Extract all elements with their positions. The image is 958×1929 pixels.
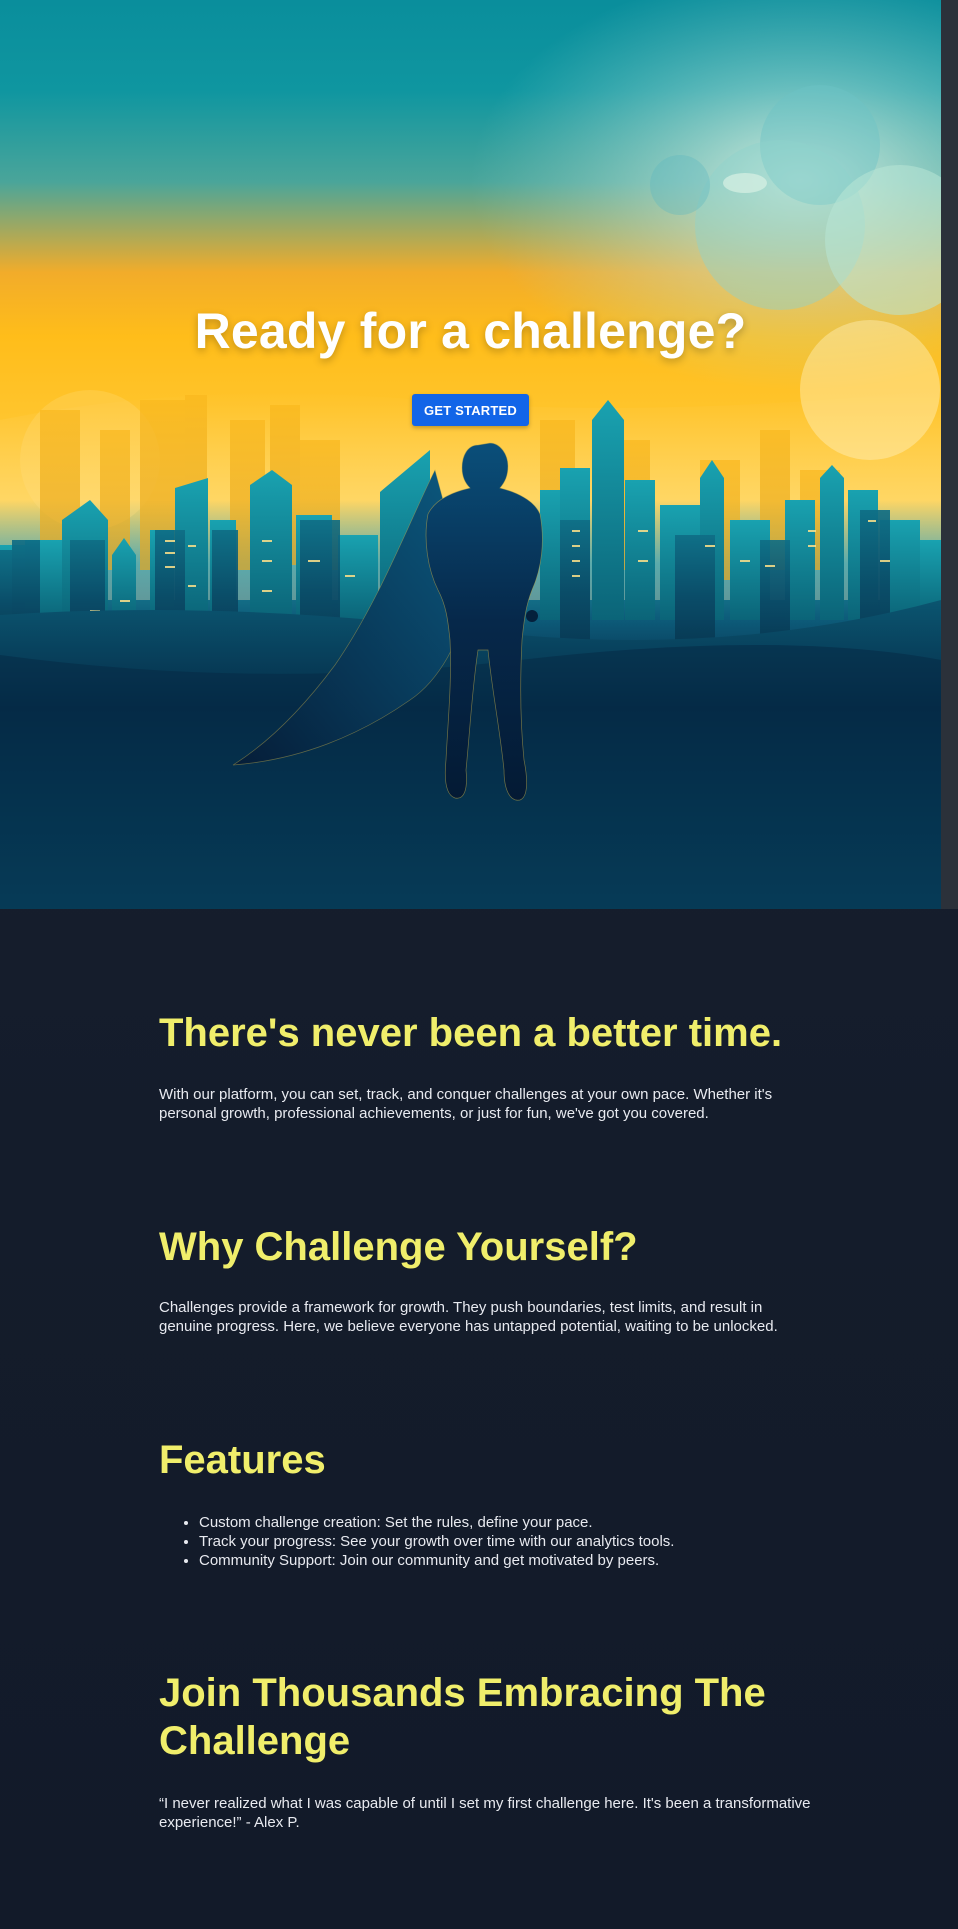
landing-page: Ready for a challenge? GET STARTED There… <box>0 0 958 1929</box>
scrollbar[interactable] <box>941 0 958 909</box>
feature-item-custom-challenge: Custom challenge creation: Set the rules… <box>199 1513 674 1532</box>
better-time-text: With our platform, you can set, track, a… <box>159 1086 773 1122</box>
feature-item-track-progress: Track your progress: See your growth ove… <box>199 1532 674 1551</box>
hero-illustration <box>0 0 941 909</box>
hero-section: Ready for a challenge? GET STARTED <box>0 0 941 909</box>
get-started-button[interactable]: GET STARTED <box>412 394 529 426</box>
join-heading: Join Thousands Embracing The Challenge <box>159 1671 766 1763</box>
testimonial-text: “I never realized what I was capable of … <box>159 1795 811 1831</box>
why-challenge-text: Challenges provide a framework for growt… <box>159 1299 778 1335</box>
features-list: Custom challenge creation: Set the rules… <box>159 1513 674 1570</box>
why-challenge-heading: Why Challenge Yourself? <box>159 1225 638 1269</box>
features-heading: Features <box>159 1438 326 1482</box>
hero-title: Ready for a challenge? <box>194 303 747 359</box>
better-time-heading: There's never been a better time. <box>159 1011 783 1055</box>
feature-item-community-support: Community Support: Join our community an… <box>199 1551 674 1570</box>
